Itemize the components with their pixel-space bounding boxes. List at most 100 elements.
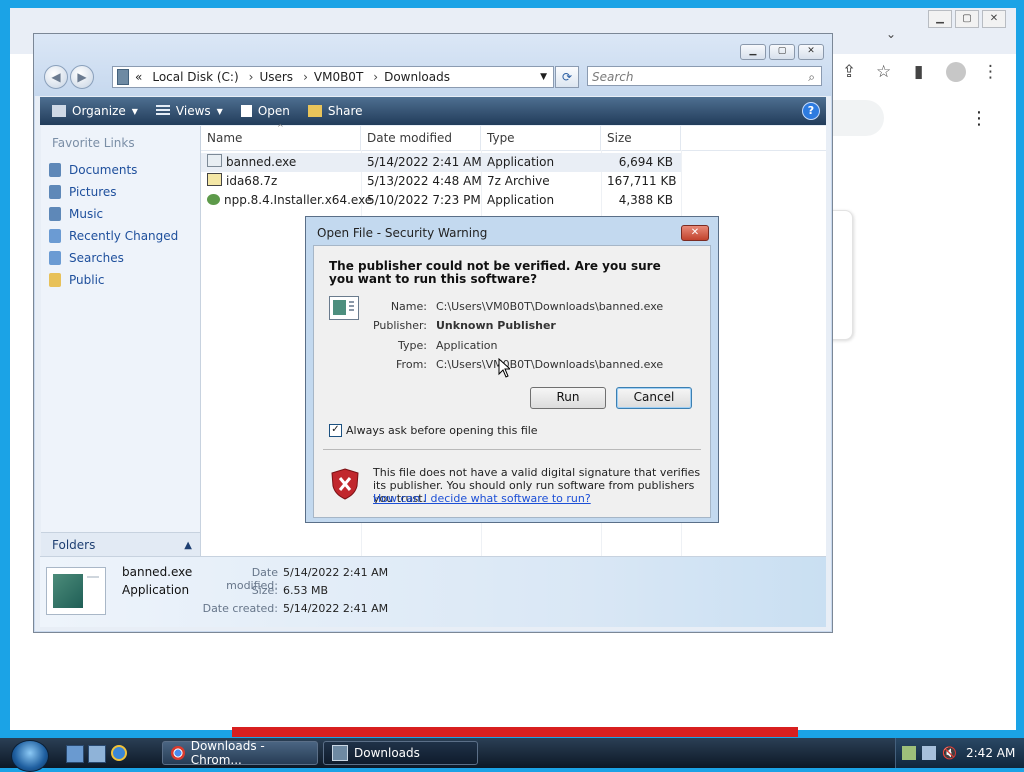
folder-icon	[49, 273, 61, 287]
search-placeholder: Search	[592, 70, 634, 84]
favorite-searches[interactable]: Searches	[49, 248, 124, 268]
minimize-icon[interactable]: ▁	[928, 10, 952, 28]
favorite-links-title: Favorite Links	[52, 136, 135, 150]
breadcrumb-downloads[interactable]: Downloads	[384, 70, 450, 84]
start-button[interactable]	[11, 740, 49, 772]
sort-arrow-icon: ^	[277, 123, 284, 132]
from-value: C:\Users\VM0B0T\Downloads\banned.exe	[436, 358, 664, 371]
more-options-icon[interactable]: ⋮	[970, 108, 988, 129]
chrome-menu-icon[interactable]: ⋮	[982, 62, 999, 82]
share-button[interactable]: Share	[307, 104, 363, 118]
address-prefix[interactable]: «	[135, 70, 142, 84]
bookmark-star-icon[interactable]: ☆	[876, 62, 891, 82]
exe-icon	[207, 154, 222, 167]
file-size: 6,694 KB	[618, 155, 673, 169]
favorite-pictures[interactable]: Pictures	[49, 182, 117, 202]
file-name-cell: ida68.7z	[201, 172, 361, 191]
internet-explorer-icon[interactable]	[111, 745, 127, 761]
chevron-up-icon[interactable]: ▲	[184, 540, 192, 551]
favorite-public[interactable]: Public	[49, 270, 105, 290]
folder-icon	[332, 745, 348, 761]
dialog-heading: The publisher could not be verified. Are…	[329, 259, 661, 286]
breadcrumb-local-disk[interactable]: Local Disk (C:)	[152, 70, 238, 84]
favorite-documents[interactable]: Documents	[49, 160, 137, 180]
file-date: 5/14/2022 2:41 AM	[367, 155, 482, 169]
installer-icon	[207, 194, 220, 205]
always-ask-checkbox-row[interactable]: ✓ Always ask before opening this file	[329, 424, 538, 437]
taskbar-item-explorer[interactable]: Downloads	[323, 741, 478, 765]
name-label: Name:	[390, 300, 427, 313]
views-button[interactable]: Views ▼	[155, 104, 223, 118]
checkbox[interactable]: ✓	[329, 424, 342, 437]
address-dropdown-icon[interactable]: ▼	[540, 72, 547, 82]
column-header-size[interactable]: Size	[601, 126, 681, 150]
file-name-cell: banned.exe	[201, 153, 361, 172]
file-size: 4,388 KB	[618, 193, 673, 207]
help-link[interactable]: How can I decide what software to run?	[373, 492, 591, 505]
folders-toggle[interactable]: Folders ▲	[41, 532, 200, 557]
side-panel-icon[interactable]: ▮	[914, 62, 923, 82]
type-value: Application	[436, 339, 498, 352]
forward-icon[interactable]: ▶	[70, 65, 94, 89]
tab-search-icon[interactable]: ⌄	[886, 27, 896, 41]
favorite-label: Music	[69, 207, 104, 221]
shield-icon	[331, 468, 359, 500]
address-bar[interactable]: « Local Disk (C:) › Users › VM0B0T › Dow…	[112, 66, 554, 88]
close-icon[interactable]: ✕	[982, 10, 1006, 28]
checkbox-label[interactable]: Always ask before opening this file	[346, 424, 538, 437]
favorite-label: Recently Changed	[69, 229, 179, 243]
file-name-cell: npp.8.4.Installer.x64.exe	[201, 191, 372, 210]
back-icon[interactable]: ◀	[44, 65, 68, 89]
search-input[interactable]: Search ⌕	[587, 66, 822, 86]
open-button[interactable]: Open	[240, 104, 290, 118]
dialog-title: Open File - Security Warning	[317, 226, 488, 240]
volume-muted-icon[interactable]: 🔇	[942, 746, 957, 760]
refresh-icon[interactable]: ⟳	[555, 66, 579, 88]
network-icon[interactable]	[922, 746, 936, 760]
file-type: 7z Archive	[487, 174, 550, 188]
column-header-type[interactable]: Type	[481, 126, 601, 150]
file-row[interactable]: ida68.7z 5/13/2022 4:48 AM 7z Archive 16…	[201, 172, 681, 191]
breadcrumb-vm0b0t[interactable]: VM0B0T	[314, 70, 363, 84]
help-icon[interactable]: ?	[802, 102, 820, 120]
breadcrumb-arrow-icon[interactable]: ›	[373, 70, 378, 84]
breadcrumb-arrow-icon[interactable]: ›	[249, 70, 254, 84]
file-date: 5/10/2022 7:23 PM	[367, 193, 481, 207]
favorite-music[interactable]: Music	[49, 204, 103, 224]
profile-avatar[interactable]	[946, 62, 966, 82]
file-name: banned.exe	[226, 155, 297, 169]
maximize-icon[interactable]: ▢	[955, 10, 979, 28]
run-button[interactable]: Run	[530, 387, 606, 409]
tray-app-icon[interactable]	[902, 746, 916, 760]
close-icon[interactable]: ✕	[798, 44, 824, 60]
share-icon[interactable]: ⇪	[842, 62, 856, 82]
open-label: Open	[257, 104, 290, 118]
music-icon	[49, 207, 61, 221]
switch-windows-icon[interactable]	[88, 745, 106, 763]
minimize-icon[interactable]: ▁	[740, 44, 766, 60]
search-icon[interactable]: ⌕	[808, 67, 815, 87]
folder-icon	[117, 69, 129, 85]
taskbar-item-chrome[interactable]: Downloads - Chrom...	[162, 739, 318, 767]
taskbar-item-label: Downloads - Chrom...	[190, 739, 265, 767]
breadcrumb-arrow-icon[interactable]: ›	[303, 70, 308, 84]
views-icon	[155, 105, 170, 117]
favorite-recently-changed[interactable]: Recently Changed	[49, 226, 178, 246]
details-date-created: 5/14/2022 2:41 AM	[283, 602, 389, 615]
show-desktop-icon[interactable]	[66, 745, 84, 763]
open-icon	[240, 105, 252, 117]
cancel-button[interactable]: Cancel	[616, 387, 692, 409]
maximize-icon[interactable]: ▢	[769, 44, 795, 60]
file-row[interactable]: npp.8.4.Installer.x64.exe 5/10/2022 7:23…	[201, 191, 681, 210]
close-icon[interactable]: ✕	[681, 225, 709, 241]
breadcrumb-users[interactable]: Users	[259, 70, 293, 84]
clock[interactable]: 2:42 AM	[966, 746, 1015, 760]
organize-label: Organize	[72, 104, 126, 118]
file-row[interactable]: banned.exe 5/14/2022 2:41 AM Application…	[201, 153, 681, 172]
chrome-search-box[interactable]	[826, 100, 884, 136]
organize-button[interactable]: Organize ▼	[52, 104, 138, 118]
file-type: Application	[487, 155, 555, 169]
security-warning-dialog: Open File - Security Warning ✕ The publi…	[305, 216, 719, 523]
file-date: 5/13/2022 4:48 AM	[367, 174, 482, 188]
column-header-date-modified[interactable]: Date modified	[361, 126, 481, 150]
